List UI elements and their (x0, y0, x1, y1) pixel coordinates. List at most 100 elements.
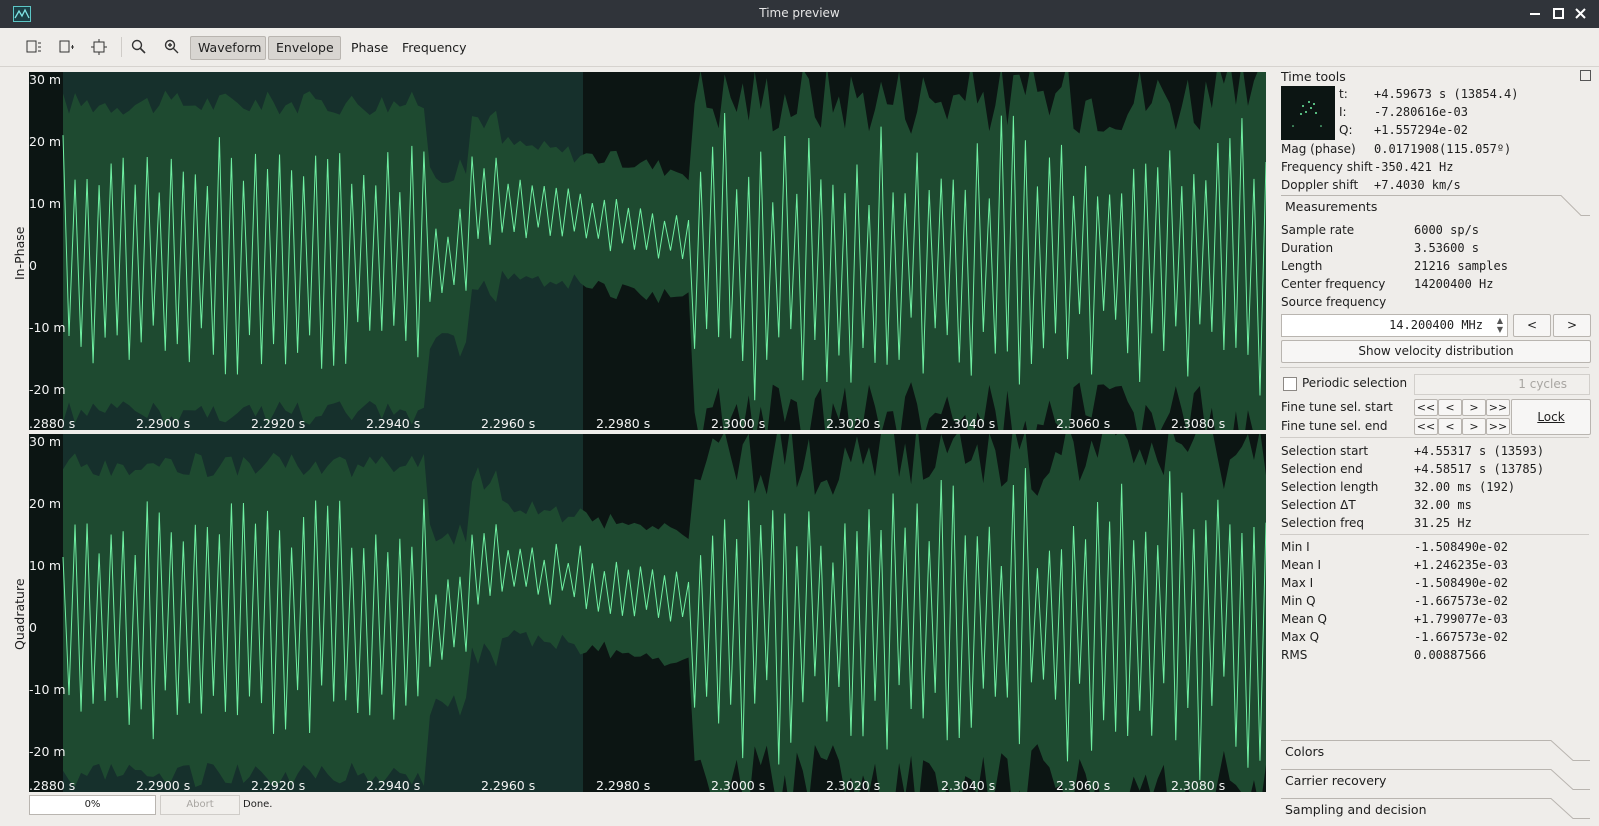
quadrature-waveform-plot[interactable]: 30 m 20 m 10 m 0 -10 m -20 m .2880 s 2.2… (29, 434, 1266, 792)
sample-rate-value: 6000 sp/s (1414, 223, 1480, 237)
x-tick: 2.3040 s (941, 416, 996, 430)
measurements-header[interactable]: Measurements (1281, 195, 1590, 217)
doppler-shift-value: +7.4030 km/s (1374, 178, 1461, 192)
constellation-icon (1281, 86, 1335, 140)
x-tick: 2.3020 s (826, 778, 881, 792)
quadrature-waveform (29, 434, 1266, 792)
inphase-axis-label: In-Phase (12, 226, 27, 280)
center-frequency-value: 14200400 Hz (1414, 277, 1494, 291)
x-tick: 2.3000 s (711, 778, 766, 792)
sample-rate-label: Sample rate (1281, 223, 1355, 237)
previous-frequency-button[interactable]: < (1513, 314, 1551, 337)
x-tick: 2.2960 s (481, 778, 536, 792)
zoom-to-selection-icon[interactable] (26, 39, 42, 55)
tab-frequency[interactable]: Frequency (394, 36, 472, 60)
tab-phase[interactable]: Phase (343, 36, 391, 60)
y-tick: 30 m (29, 434, 62, 449)
toolbar: Waveform Envelope Phase Frequency (0, 28, 1599, 67)
cycles-spinbox[interactable]: 1 cycles (1414, 374, 1590, 395)
length-value: 21216 samples (1414, 259, 1508, 273)
t-value: +4.59673 s (13854.4) (1374, 87, 1519, 101)
inphase-waveform (29, 72, 1266, 430)
maximize-icon[interactable] (1553, 8, 1564, 19)
abort-button[interactable]: Abort (160, 795, 240, 815)
y-tick: -10 m (29, 320, 66, 335)
minimize-icon[interactable] (1530, 13, 1540, 15)
rms-label: RMS (1281, 648, 1308, 662)
selection-end-label: Selection end (1281, 462, 1363, 476)
selection-start-value: +4.55317 s (13593) (1414, 444, 1545, 458)
y-tick: 10 m (29, 196, 62, 211)
mean-q-label: Mean Q (1281, 612, 1327, 626)
y-tick: 20 m (29, 134, 62, 149)
i-value: -7.280616e-03 (1374, 105, 1468, 119)
y-tick: 10 m (29, 558, 62, 573)
x-tick: 2.3040 s (941, 778, 996, 792)
duration-value: 3.53600 s (1414, 241, 1480, 255)
fine-end-fast-forward-button[interactable]: >> (1486, 418, 1510, 435)
x-tick: 2.3080 s (1171, 778, 1226, 792)
carrier-recovery-header[interactable]: Carrier recovery (1281, 769, 1590, 791)
periodic-selection-label: Periodic selection (1302, 376, 1408, 390)
max-q-value: -1.667573e-02 (1414, 630, 1508, 644)
sampling-and-decision-header[interactable]: Sampling and decision (1281, 798, 1590, 820)
doppler-shift-label: Doppler shift (1281, 178, 1359, 192)
fine-end-back-button[interactable]: < (1438, 418, 1462, 435)
fine-end-forward-button[interactable]: > (1462, 418, 1486, 435)
cycles-value: 1 cycles (1518, 377, 1567, 391)
fine-start-forward-button[interactable]: > (1462, 399, 1486, 416)
fine-start-rewind-button[interactable]: << (1414, 399, 1438, 416)
inphase-waveform-plot[interactable]: 30 m 20 m 10 m 0 -10 m -20 m .2880 s 2.2… (29, 72, 1266, 430)
x-tick: 2.2960 s (481, 416, 536, 430)
fit-all-icon[interactable] (91, 39, 107, 55)
x-tick: .2880 s (29, 416, 76, 430)
x-tick: 2.2900 s (136, 416, 191, 430)
mag-value: 0.0171908(115.057º) (1374, 142, 1512, 156)
x-tick: 2.3080 s (1171, 416, 1226, 430)
selection-freq-label: Selection freq (1281, 516, 1365, 530)
colors-header[interactable]: Colors (1281, 740, 1590, 762)
divider (1280, 367, 1589, 368)
x-tick: 2.2920 s (251, 778, 306, 792)
zoom-in-icon[interactable] (164, 39, 180, 55)
x-tick: .2880 s (29, 778, 76, 792)
fine-end-rewind-button[interactable]: << (1414, 418, 1438, 435)
y-tick: 0 (29, 620, 37, 635)
divider (1280, 437, 1589, 438)
duration-label: Duration (1281, 241, 1334, 255)
t-label: t: (1339, 87, 1348, 101)
x-tick: 2.3000 s (711, 416, 766, 430)
x-tick: 2.2980 s (596, 416, 651, 430)
y-tick: -20 m (29, 744, 66, 759)
spinbox-arrows-icon[interactable]: ▲ ▼ (1497, 316, 1503, 334)
x-tick: 2.3020 s (826, 416, 881, 430)
window-title: Time preview (759, 6, 840, 20)
q-value: +1.557294e-02 (1374, 123, 1468, 137)
min-i-value: -1.508490e-02 (1414, 540, 1508, 554)
fit-selection-icon[interactable] (59, 39, 75, 55)
fine-tune-end-label: Fine tune sel. end (1281, 419, 1388, 433)
fine-start-back-button[interactable]: < (1438, 399, 1462, 416)
fine-start-fast-forward-button[interactable]: >> (1486, 399, 1510, 416)
float-panel-icon[interactable] (1580, 70, 1591, 81)
mean-i-value: +1.246235e-03 (1414, 558, 1508, 572)
lock-button[interactable]: Lock (1511, 399, 1591, 435)
tab-waveform[interactable]: Waveform (190, 36, 266, 60)
source-frequency-input[interactable]: 14.200400 MHz ▲ ▼ (1281, 314, 1508, 337)
selection-end-value: +4.58517 s (13785) (1414, 462, 1545, 476)
search-icon[interactable] (131, 39, 147, 55)
y-tick: -20 m (29, 382, 66, 397)
min-i-label: Min I (1281, 540, 1310, 554)
selection-length-value: 32.00 ms (192) (1414, 480, 1516, 494)
close-icon[interactable] (1575, 8, 1586, 19)
show-velocity-distribution-button[interactable]: Show velocity distribution (1281, 340, 1591, 363)
mag-label: Mag (phase) (1281, 142, 1356, 156)
tab-envelope[interactable]: Envelope (268, 36, 341, 60)
y-tick: 30 m (29, 72, 62, 87)
min-q-label: Min Q (1281, 594, 1316, 608)
next-frequency-button[interactable]: > (1553, 314, 1591, 337)
x-tick: 2.2920 s (251, 416, 306, 430)
center-frequency-label: Center frequency (1281, 277, 1386, 291)
mean-i-label: Mean I (1281, 558, 1322, 572)
periodic-selection-checkbox[interactable] (1283, 377, 1297, 391)
